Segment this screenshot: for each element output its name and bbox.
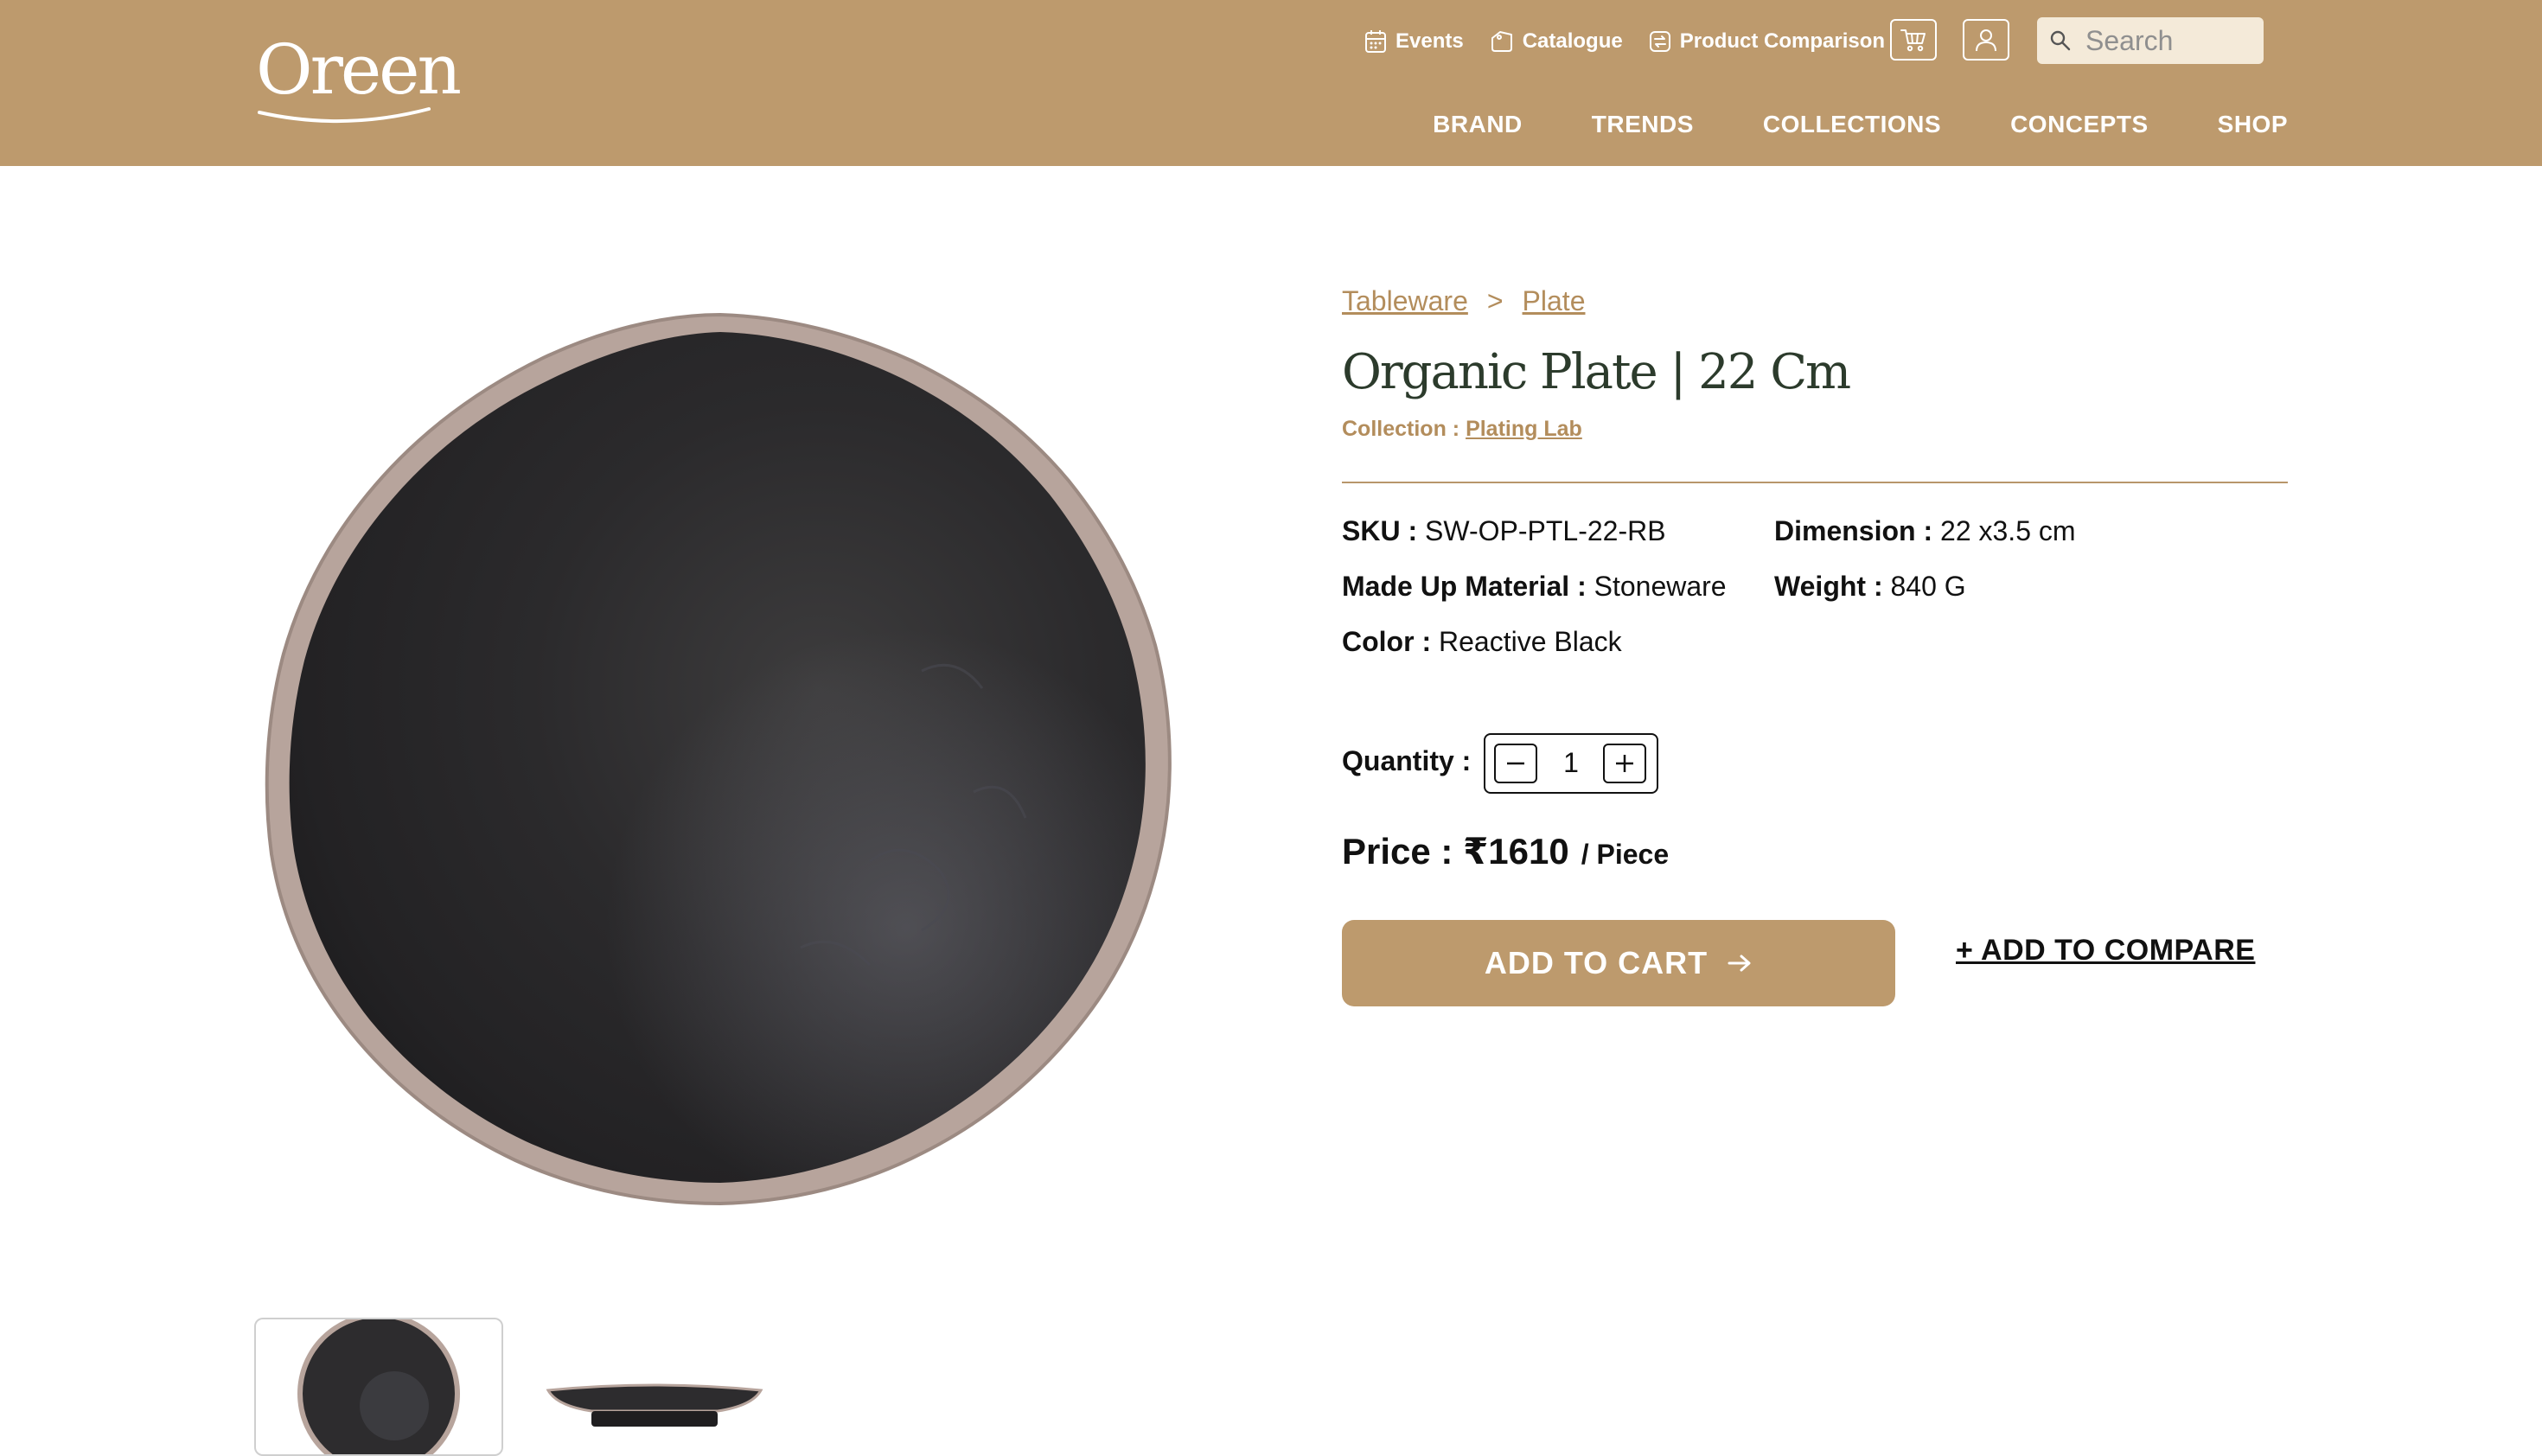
spec-weight: Weight : 840 G [1774,571,1966,603]
account-button[interactable] [1963,19,2009,61]
minus-icon [1507,762,1524,765]
spec-sku-value: SW-OP-PTL-22-RB [1425,515,1666,546]
thumbnail-plate-side-image [546,1383,763,1427]
cart-button[interactable] [1890,19,1937,61]
catalogue-link[interactable]: Catalogue [1490,29,1623,54]
spec-material-value: Stoneware [1594,571,1727,602]
events-link[interactable]: Events [1364,29,1464,54]
main-nav: BRAND TRENDS COLLECTIONS CONCEPTS SHOP [1364,111,2288,138]
search-box[interactable] [2037,17,2264,64]
nav-brand[interactable]: BRAND [1433,111,1523,138]
logo-text: Oreen [256,29,462,110]
add-to-cart-label: ADD TO CART [1484,945,1709,980]
collection-line: Collection : Plating Lab [1342,417,1582,442]
price: Price : ₹1610 / Piece [1342,830,1669,872]
search-icon [2050,30,2071,51]
spec-color: Color : Reactive Black [1342,626,1622,658]
add-to-compare-link[interactable]: + ADD TO COMPARE [1956,934,2255,967]
logo-swoosh-icon [258,107,431,124]
breadcrumb-tableware[interactable]: Tableware [1342,285,1468,316]
spec-dimension: Dimension : 22 x3.5 cm [1774,515,2076,547]
product-main-image [265,312,1172,1206]
section-divider [1342,482,2288,483]
quantity-label: Quantity : [1342,745,1472,776]
arrow-right-icon [1728,955,1751,972]
user-icon [1976,29,1996,52]
nav-concepts[interactable]: CONCEPTS [2010,111,2149,138]
add-to-cart-button[interactable]: ADD TO CART [1342,920,1895,1006]
price-amount: Price : ₹1610 [1342,831,1569,872]
breadcrumb-plate[interactable]: Plate [1523,285,1586,316]
product-comparison-label: Product Comparison [1679,29,1886,53]
spec-color-label: Color : [1342,626,1432,657]
spec-material: Made Up Material : Stoneware [1342,571,1727,603]
thumbnail-top-view[interactable] [254,1318,503,1456]
spec-material-label: Made Up Material : [1342,571,1587,602]
nav-shop[interactable]: SHOP [2218,111,2288,138]
tag-icon [1491,31,1512,52]
product-title: Organic Plate | 22 Cm [1342,344,1851,400]
thumbnail-plate-image [297,1319,460,1454]
spec-weight-value: 840 G [1890,571,1966,602]
thumbnail-side-view[interactable] [545,1378,764,1439]
breadcrumb-separator: > [1486,285,1504,316]
quantity-increase-button[interactable] [1603,744,1646,783]
collection-label: Collection : [1342,417,1460,441]
breadcrumb: Tableware > Plate [1342,285,1585,317]
quantity-value[interactable]: 1 [1544,747,1598,779]
spec-sku: SKU : SW-OP-PTL-22-RB [1342,515,1666,547]
spec-sku-label: SKU : [1342,515,1418,546]
nav-collections[interactable]: COLLECTIONS [1763,111,1941,138]
collection-link[interactable]: Plating Lab [1466,417,1582,441]
cart-icon [1900,29,1926,52]
spec-weight-label: Weight : [1774,571,1883,602]
spec-dimension-label: Dimension : [1774,515,1933,546]
brand-logo[interactable]: Oreen [256,29,462,126]
events-label: Events [1396,29,1464,53]
site-header: Oreen Events Catalogue Product Compariso… [0,0,2542,166]
calendar-icon [1365,30,1386,53]
compare-icon [1649,31,1670,52]
search-input[interactable] [2084,23,2251,58]
spec-color-value: Reactive Black [1438,626,1622,657]
spec-dimension-value: 22 x3.5 cm [1940,515,2076,546]
price-unit: / Piece [1581,839,1670,870]
nav-trends[interactable]: TRENDS [1592,111,1694,138]
plus-icon [1616,755,1633,772]
top-utility-nav: Events Catalogue Product Comparison [1364,17,1911,66]
quantity-decrease-button[interactable] [1494,744,1537,783]
catalogue-label: Catalogue [1522,29,1623,53]
quantity-stepper: 1 [1484,733,1658,794]
product-comparison-link[interactable]: Product Comparison [1649,29,1885,54]
